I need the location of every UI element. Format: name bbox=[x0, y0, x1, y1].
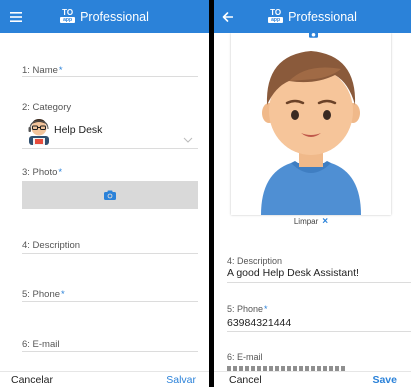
left-screen: TO app Professional 1: Name* 2: Category … bbox=[0, 0, 209, 387]
name-field-label: 1: Name* bbox=[22, 65, 63, 76]
form-footer: Cancel Save bbox=[214, 371, 411, 387]
email-field[interactable] bbox=[22, 351, 198, 352]
required-mark: * bbox=[61, 289, 65, 300]
close-icon: × bbox=[322, 215, 329, 227]
app-logo-icon: TO app bbox=[60, 8, 76, 24]
required-mark: * bbox=[58, 167, 63, 178]
chevron-down-icon bbox=[183, 137, 193, 143]
email-field-label: 6: E-mail bbox=[227, 352, 263, 362]
app-bar: TO app Professional bbox=[214, 0, 411, 33]
category-field-label: 2: Category bbox=[22, 102, 72, 113]
app-title: TO app Professional bbox=[0, 0, 209, 33]
description-input[interactable]: A good Help Desk Assistant! bbox=[227, 267, 359, 279]
right-screen: Limpar × TO app Professional 4: Descripti… bbox=[214, 0, 411, 387]
category-value: Help Desk bbox=[54, 124, 103, 136]
app-title-text: Professional bbox=[80, 9, 149, 24]
phone-field-underline bbox=[227, 331, 411, 332]
app-title-text: Professional bbox=[288, 9, 357, 24]
name-field[interactable] bbox=[22, 76, 198, 77]
photo-upload-button[interactable] bbox=[22, 181, 198, 209]
required-mark: * bbox=[264, 304, 268, 314]
cancel-button[interactable]: Cancelar bbox=[11, 374, 53, 386]
app-logo-icon: TO app bbox=[268, 8, 284, 24]
form-footer: Cancelar Salvar bbox=[0, 371, 209, 387]
description-field[interactable] bbox=[22, 253, 198, 254]
required-mark: * bbox=[58, 65, 63, 76]
description-field-label: 4: Description bbox=[22, 240, 81, 251]
category-field-underline bbox=[22, 148, 198, 149]
save-button[interactable]: Salvar bbox=[166, 374, 196, 386]
app-bar: TO app Professional bbox=[0, 0, 209, 33]
description-field-label: 4: Description bbox=[227, 256, 283, 266]
category-select[interactable]: Help Desk bbox=[22, 115, 198, 148]
email-field-label: 6: E-mail bbox=[22, 339, 60, 350]
phone-field-label: 5: Phone* bbox=[22, 289, 65, 300]
save-button[interactable]: Save bbox=[372, 374, 397, 386]
clear-photo-button[interactable]: Limpar × bbox=[231, 215, 391, 227]
avatar-boy-image bbox=[261, 51, 361, 215]
photo-preview: Limpar × bbox=[231, 33, 391, 227]
app-title: TO app Professional bbox=[214, 0, 411, 33]
cancel-button[interactable]: Cancel bbox=[229, 374, 262, 386]
help-desk-avatar-icon bbox=[28, 119, 49, 145]
camera-icon bbox=[104, 190, 116, 200]
phone-input[interactable]: 63984321444 bbox=[227, 317, 291, 329]
clear-photo-label: Limpar bbox=[293, 216, 319, 226]
phone-field[interactable] bbox=[22, 301, 198, 302]
phone-field-label: 5: Phone* bbox=[227, 304, 268, 314]
photo-field-label: 3: Photo* bbox=[22, 167, 63, 178]
description-field-underline bbox=[227, 282, 411, 283]
